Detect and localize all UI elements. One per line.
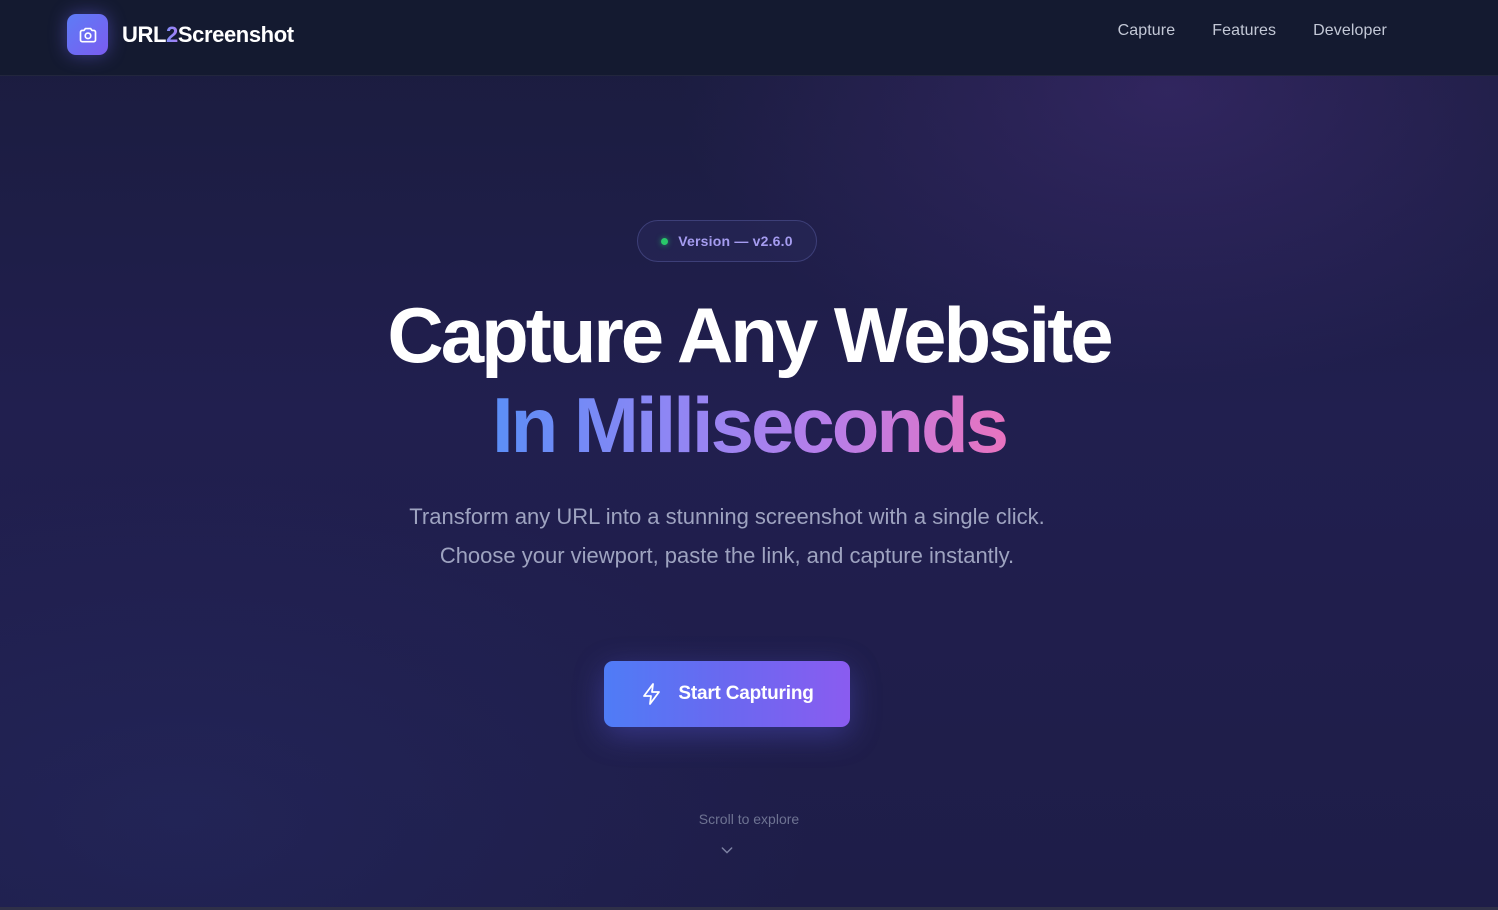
- hero-headline-accent: In Milliseconds: [0, 380, 1498, 470]
- lightning-icon: [643, 683, 661, 705]
- chevron-down-icon[interactable]: [719, 842, 735, 858]
- version-label: Version — v2.6.0: [678, 233, 793, 249]
- hero-headline-accent-text: In Milliseconds: [491, 381, 1009, 469]
- nav-link-developer[interactable]: Developer: [1313, 22, 1387, 40]
- brand-logo-link[interactable]: URL2Screenshot: [67, 14, 294, 55]
- status-dot: [661, 237, 669, 245]
- start-capturing-button[interactable]: Start Capturing: [604, 661, 850, 727]
- brand-name-suffix: Screenshot: [177, 21, 294, 47]
- top-navbar: URL2Screenshot Capture Features Develope…: [0, 0, 1498, 76]
- brand-name: URL2Screenshot: [122, 22, 294, 48]
- main-nav: Capture Features Developer: [1118, 22, 1387, 40]
- scroll-hint: Scroll to explore: [698, 811, 800, 827]
- hero-headline: Capture Any Website: [387, 291, 1113, 379]
- nav-link-features[interactable]: Features: [1212, 22, 1276, 40]
- hero-section: Version — v2.6.0 Capture Any Website In …: [0, 76, 1498, 910]
- logo-badge: [67, 14, 108, 55]
- start-capturing-label: Start Capturing: [678, 683, 814, 704]
- brand-name-prefix: URL: [122, 21, 167, 47]
- camera-icon: [79, 27, 96, 43]
- hero-subtitle: Transform any URL into a stunning screen…: [409, 504, 1045, 568]
- nav-link-capture[interactable]: Capture: [1118, 22, 1176, 40]
- version-badge: Version — v2.6.0: [637, 220, 817, 262]
- brand-name-accent: 2: [166, 21, 178, 47]
